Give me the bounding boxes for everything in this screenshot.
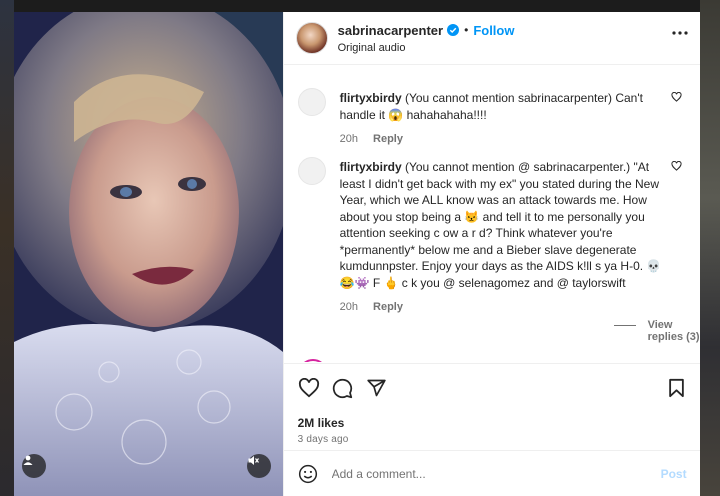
reply-button[interactable]: Reply (373, 133, 403, 145)
user-tag-icon (23, 455, 33, 465)
reel-video[interactable] (14, 12, 283, 496)
author-username[interactable]: sabrinacarpenter (338, 23, 444, 38)
post-details-panel: sabrinacarpenter • Follow Original audio (282, 12, 700, 496)
background-post-left (0, 0, 14, 496)
comment-input[interactable] (329, 466, 634, 482)
post-header: sabrinacarpenter • Follow Original audio (283, 12, 700, 65)
speaker-muted-icon (248, 456, 259, 465)
commenter-avatar[interactable] (297, 88, 326, 116)
more-options-icon[interactable] (672, 30, 688, 36)
verified-badge-icon (447, 24, 460, 36)
post-actions: 2M likes 3 days ago (283, 363, 700, 450)
commenter-username[interactable]: flirtyxbirdy (340, 91, 402, 105)
smiley-icon[interactable] (298, 464, 318, 484)
post-modal: sabrinacarpenter • Follow Original audio (14, 12, 700, 496)
paper-plane-icon[interactable] (366, 378, 387, 398)
reply-button[interactable]: Reply (373, 301, 403, 313)
bookmark-icon[interactable] (668, 378, 685, 398)
commenter-avatar[interactable] (297, 157, 326, 185)
mute-toggle-button[interactable] (247, 454, 271, 478)
comment-bubble-icon[interactable] (332, 378, 353, 399)
comment-time: 20h (339, 133, 358, 145)
separator-dot: • (464, 23, 469, 37)
likes-count[interactable]: 2M likes (298, 416, 345, 430)
comment-like-heart-icon[interactable] (671, 161, 682, 171)
post-comment-button[interactable]: Post (661, 467, 687, 481)
comment-time: 20h (339, 301, 358, 313)
comment-like-heart-icon[interactable] (671, 92, 682, 102)
post-date[interactable]: 3 days ago (298, 434, 349, 445)
tagged-users-button[interactable] (22, 454, 46, 478)
next-commenter-avatar[interactable] (297, 359, 328, 362)
heart-icon[interactable] (298, 378, 320, 398)
comment-text: (You cannot mention @ sabrinacarpenter.)… (339, 160, 662, 290)
view-replies-button[interactable]: View replies (3) (648, 319, 700, 343)
commenter-username[interactable]: flirtyxbirdy (340, 160, 402, 174)
background-post-right (700, 0, 720, 496)
add-comment-bar: Post (283, 450, 700, 496)
follow-button[interactable]: Follow (473, 23, 514, 38)
video-frame-image (14, 12, 283, 496)
author-avatar[interactable] (295, 22, 328, 54)
audio-label[interactable]: Original audio (338, 42, 515, 54)
view-replies-line (613, 325, 636, 326)
comments-list[interactable]: flirtyxbirdy (You cannot mention sabrina… (284, 65, 700, 362)
